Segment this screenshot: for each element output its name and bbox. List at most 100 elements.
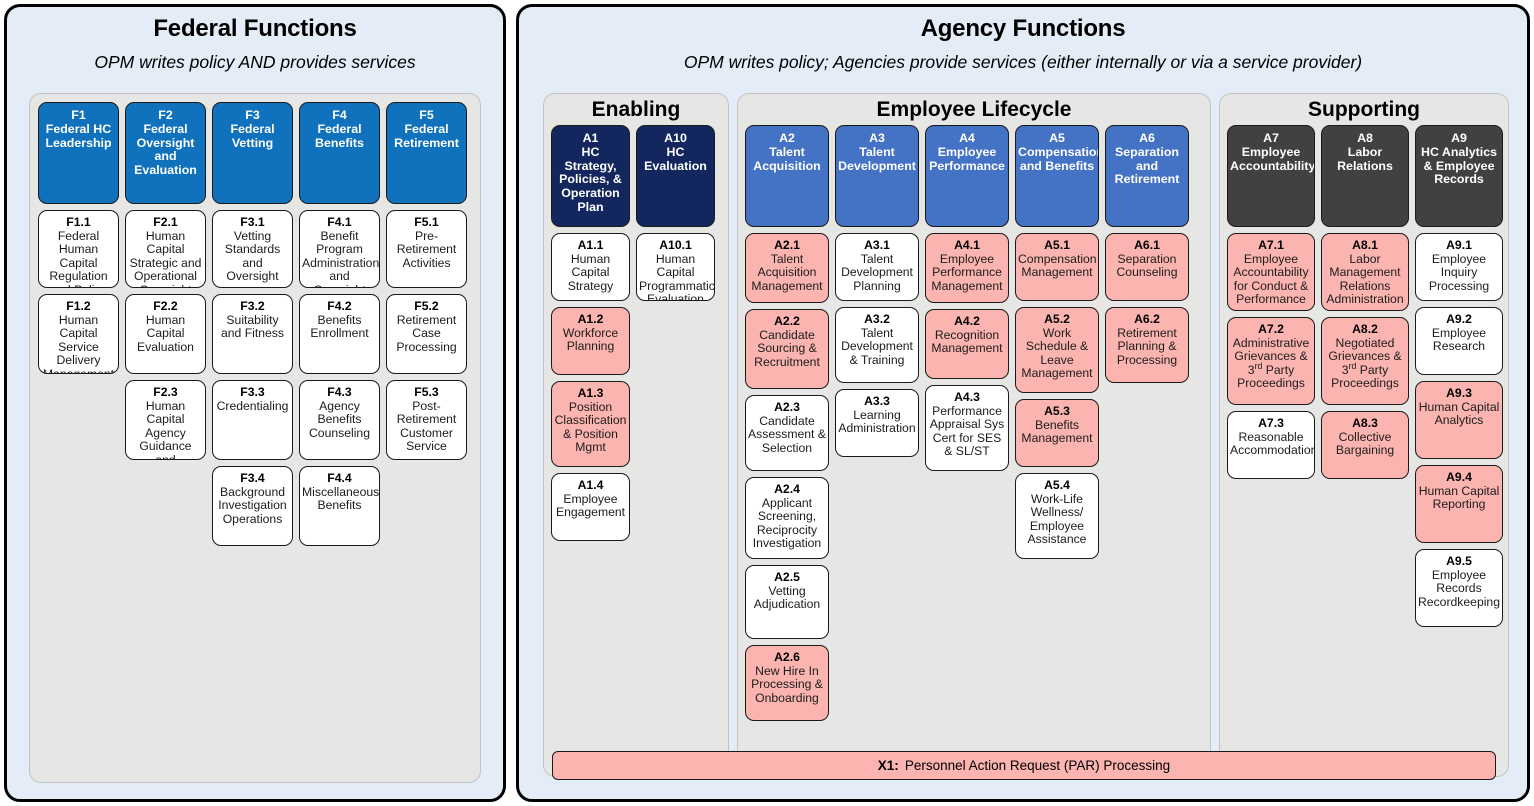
box-code: F5.1 <box>414 215 439 229</box>
function-sub-box-A4-3[interactable]: A4.3 Performance Appraisal Sys Cert for S… <box>925 385 1009 472</box>
function-sub-box-F4-1[interactable]: F4.1Benefit Program Administration and O… <box>299 210 380 288</box>
function-sub-box-F3-4[interactable]: F3.4 Background Investigation Operations <box>212 466 293 546</box>
function-sub-box-A8-2[interactable]: A8.2 Negotiated Grievances & 3rd Party Pr… <box>1321 317 1409 406</box>
agency-column-A8: A8 Labor Relations A8.1 Labor Management Re… <box>1321 125 1409 480</box>
function-sub-box-A9-3[interactable]: A9.3 Human Capital Analytics <box>1415 381 1503 460</box>
function-sub-box-A2-1[interactable]: A2.1 Talent Acquisition Management <box>745 233 829 304</box>
function-sub-box-A6-1[interactable]: A6.1 Separation Counseling <box>1105 233 1189 302</box>
function-header-box-A5[interactable]: A5 Compensation and Benefits <box>1015 125 1099 228</box>
function-sub-box-F5-2[interactable]: F5.2 Retirement Case Processing <box>386 294 467 374</box>
federal-functions-panel: Federal Functions OPM writes policy AND … <box>4 4 506 802</box>
box-label: Employee Accountability for Conduct & Pe… <box>1233 251 1309 307</box>
function-sub-box-A4-1[interactable]: A4.1 Employee Performance Management <box>925 233 1009 304</box>
function-sub-box-F3-3[interactable]: F3.3 Credentialing <box>212 380 293 460</box>
box-code: A2.5 <box>774 570 800 585</box>
function-sub-box-F2-1[interactable]: F2.1 Human Capital Strategic and Operatio… <box>125 210 206 288</box>
function-sub-box-A9-4[interactable]: A9.4 Human Capital Reporting <box>1415 465 1503 544</box>
function-sub-box-F5-3[interactable]: F5.3 Post-Retirement Customer Service <box>386 380 467 460</box>
agency-column-A1: A1 HC Strategy, Policies, & Operation Pla… <box>551 125 630 542</box>
function-sub-box-A4-2[interactable]: A4.2 Recognition Management <box>925 309 1009 380</box>
box-label: Employee Performance Management <box>931 251 1003 293</box>
function-header-box-F3[interactable]: F3 Federal Vetting <box>212 102 293 204</box>
function-sub-box-F4-4[interactable]: F4.4 Miscellaneous Benefits <box>299 466 380 546</box>
function-header-box-F1[interactable]: F1 Federal HC Leadership <box>38 102 119 204</box>
function-sub-box-A8-3[interactable]: A8.3 Collective Bargaining <box>1321 411 1409 480</box>
function-sub-box-F5-1[interactable]: F5.1 Pre-Retirement Activities <box>386 210 467 288</box>
group-supporting: Supporting A7 Employee Accountability A7.1… <box>1219 93 1509 777</box>
function-sub-box-F2-2[interactable]: F2.2 Human Capital Evaluation <box>125 294 206 374</box>
function-sub-box-F4-3[interactable]: F4.3 Agency Benefits Counseling <box>299 380 380 460</box>
federal-column-F3: F3 Federal Vetting F3.1 Vetting Standards a… <box>212 102 293 546</box>
box-code: A3 <box>869 131 885 146</box>
function-sub-box-A2-3[interactable]: A2.3 Candidate Assessment & Selection <box>745 395 829 472</box>
box-label: Federal HC Leadership <box>45 121 112 150</box>
function-sub-box-A3-3[interactable]: A3.3 Learning Administration <box>835 389 919 458</box>
function-sub-box-F4-2[interactable]: F4.2 Benefits Enrollment <box>299 294 380 374</box>
function-sub-box-F1-1[interactable]: F1.1Federal Human Capital Regulation and… <box>38 210 119 288</box>
function-header-box-F4[interactable]: F4 Federal Benefits <box>299 102 380 204</box>
diagram-root: Federal Functions OPM writes policy AND … <box>0 0 1534 806</box>
function-sub-box-A9-5[interactable]: A9.5 Employee Records Recordkeeping <box>1415 549 1503 628</box>
box-code: F2.2 <box>153 299 178 313</box>
box-code: F3.4 <box>240 471 265 485</box>
function-sub-box-A8-1[interactable]: A8.1 Labor Management Relations Administr… <box>1321 233 1409 312</box>
function-header-box-A1[interactable]: A1 HC Strategy, Policies, & Operation Pla… <box>551 125 630 228</box>
box-code: A6.2 <box>1134 312 1160 327</box>
function-header-box-F2[interactable]: F2 Federal Oversight and Evaluation <box>125 102 206 204</box>
function-sub-box-A5-4[interactable]: A5.4 Work-Life Wellness/ Employee Assista… <box>1015 473 1099 560</box>
function-sub-box-A10-1[interactable]: A10.1 Human Capital Programmatic Evaluati… <box>636 233 715 302</box>
function-sub-box-A9-2[interactable]: A9.2 Employee Research <box>1415 307 1503 376</box>
federal-group-panel: F1 Federal HC Leadership F1.1 Federal Human… <box>29 93 481 783</box>
function-header-box-A3[interactable]: A3 Talent Development <box>835 125 919 228</box>
function-sub-box-A1-4[interactable]: A1.4 Employee Engagement <box>551 473 630 542</box>
function-header-box-A2[interactable]: A2 Talent Acquisition <box>745 125 829 228</box>
x1-code: X1: <box>877 758 899 773</box>
box-code: A6 <box>1139 131 1155 146</box>
function-header-box-A8[interactable]: A8 Labor Relations <box>1321 125 1409 228</box>
federal-column-F5: F5 Federal Retirement F5.1 Pre-Retirement A… <box>386 102 467 460</box>
box-label: Retirement Case Processing <box>396 312 457 354</box>
function-sub-box-F2-3[interactable]: F2.3Human Capital Agency Guidance and Ev… <box>125 380 206 460</box>
function-sub-box-A7-1[interactable]: A7.1 Employee Accountability for Conduct … <box>1227 233 1315 312</box>
function-header-box-A7[interactable]: A7 Employee Accountability <box>1227 125 1315 228</box>
box-code: A1.4 <box>577 478 604 493</box>
box-code: A1.3 <box>577 386 604 401</box>
box-label: Workforce Planning <box>562 325 619 354</box>
box-code: A7.1 <box>1258 238 1284 253</box>
function-sub-box-F3-2[interactable]: F3.2 Suitability and Fitness <box>212 294 293 374</box>
box-label: Miscellaneous Benefits <box>302 484 380 513</box>
function-sub-box-A3-2[interactable]: A3.2 Talent Development & Training <box>835 307 919 384</box>
box-code: F1 <box>71 108 86 122</box>
function-header-box-A6[interactable]: A6 Separation and Retirement <box>1105 125 1189 228</box>
function-sub-box-A1-2[interactable]: A1.2 Workforce Planning <box>551 307 630 376</box>
function-sub-box-A2-4[interactable]: A2.4 Applicant Screening, Reciprocity Inv… <box>745 477 829 560</box>
function-sub-box-A1-1[interactable]: A1.1 Human Capital Strategy <box>551 233 630 302</box>
function-header-box-A10[interactable]: A10 HC Evaluation <box>636 125 715 228</box>
function-sub-box-A5-1[interactable]: A5.1 Compensation Management <box>1015 233 1099 302</box>
function-sub-box-A2-5[interactable]: A2.5 Vetting Adjudication <box>745 565 829 640</box>
lifecycle-columns: A2 Talent Acquisition A2.1 Talent Acquisiti… <box>738 121 1210 722</box>
function-sub-box-A9-1[interactable]: A9.1 Employee Inquiry Processing <box>1415 233 1503 302</box>
function-header-box-A4[interactable]: A4 Employee Performance <box>925 125 1009 228</box>
box-code: A5.4 <box>1044 478 1070 493</box>
function-sub-box-A2-6[interactable]: A2.6 New Hire In Processing & Onboarding <box>745 645 829 722</box>
function-sub-box-A6-2[interactable]: A6.2 Retirement Planning & Processing <box>1105 307 1189 384</box>
box-label: HC Evaluation <box>644 144 707 173</box>
box-label: Federal Retirement <box>394 121 459 150</box>
function-header-box-F5[interactable]: F5 Federal Retirement <box>386 102 467 204</box>
function-sub-box-A3-1[interactable]: A3.1 Talent Development Planning <box>835 233 919 302</box>
function-sub-box-F3-1[interactable]: F3.1 Vetting Standards and Oversight <box>212 210 293 288</box>
function-sub-box-F1-2[interactable]: F1.2 Human Capital Service Delivery Manag… <box>38 294 119 374</box>
function-sub-box-A5-3[interactable]: A5.3 Benefits Management <box>1015 399 1099 468</box>
box-label: Work Schedule & Leave Management <box>1021 325 1093 381</box>
function-sub-box-A7-2[interactable]: A7.2 Administrative Grievances & 3rd Part… <box>1227 317 1315 406</box>
agency-panel-title: Agency Functions <box>920 15 1126 42</box>
function-sub-box-A2-2[interactable]: A2.2 Candidate Sourcing & Recruitment <box>745 309 829 390</box>
function-sub-box-A7-3[interactable]: A7.3 Reasonable Accommodation <box>1227 411 1315 480</box>
box-code: A4.1 <box>954 238 980 253</box>
function-header-box-A9[interactable]: A9 HC Analytics & Employee Records <box>1415 125 1503 228</box>
box-label: Human Capital Agency Guidance and Evalua… <box>139 398 192 460</box>
box-code: F5.2 <box>414 299 439 313</box>
function-sub-box-A1-3[interactable]: A1.3 Position Classification & Position M… <box>551 381 630 468</box>
function-sub-box-A5-2[interactable]: A5.2 Work Schedule & Leave Management <box>1015 307 1099 394</box>
